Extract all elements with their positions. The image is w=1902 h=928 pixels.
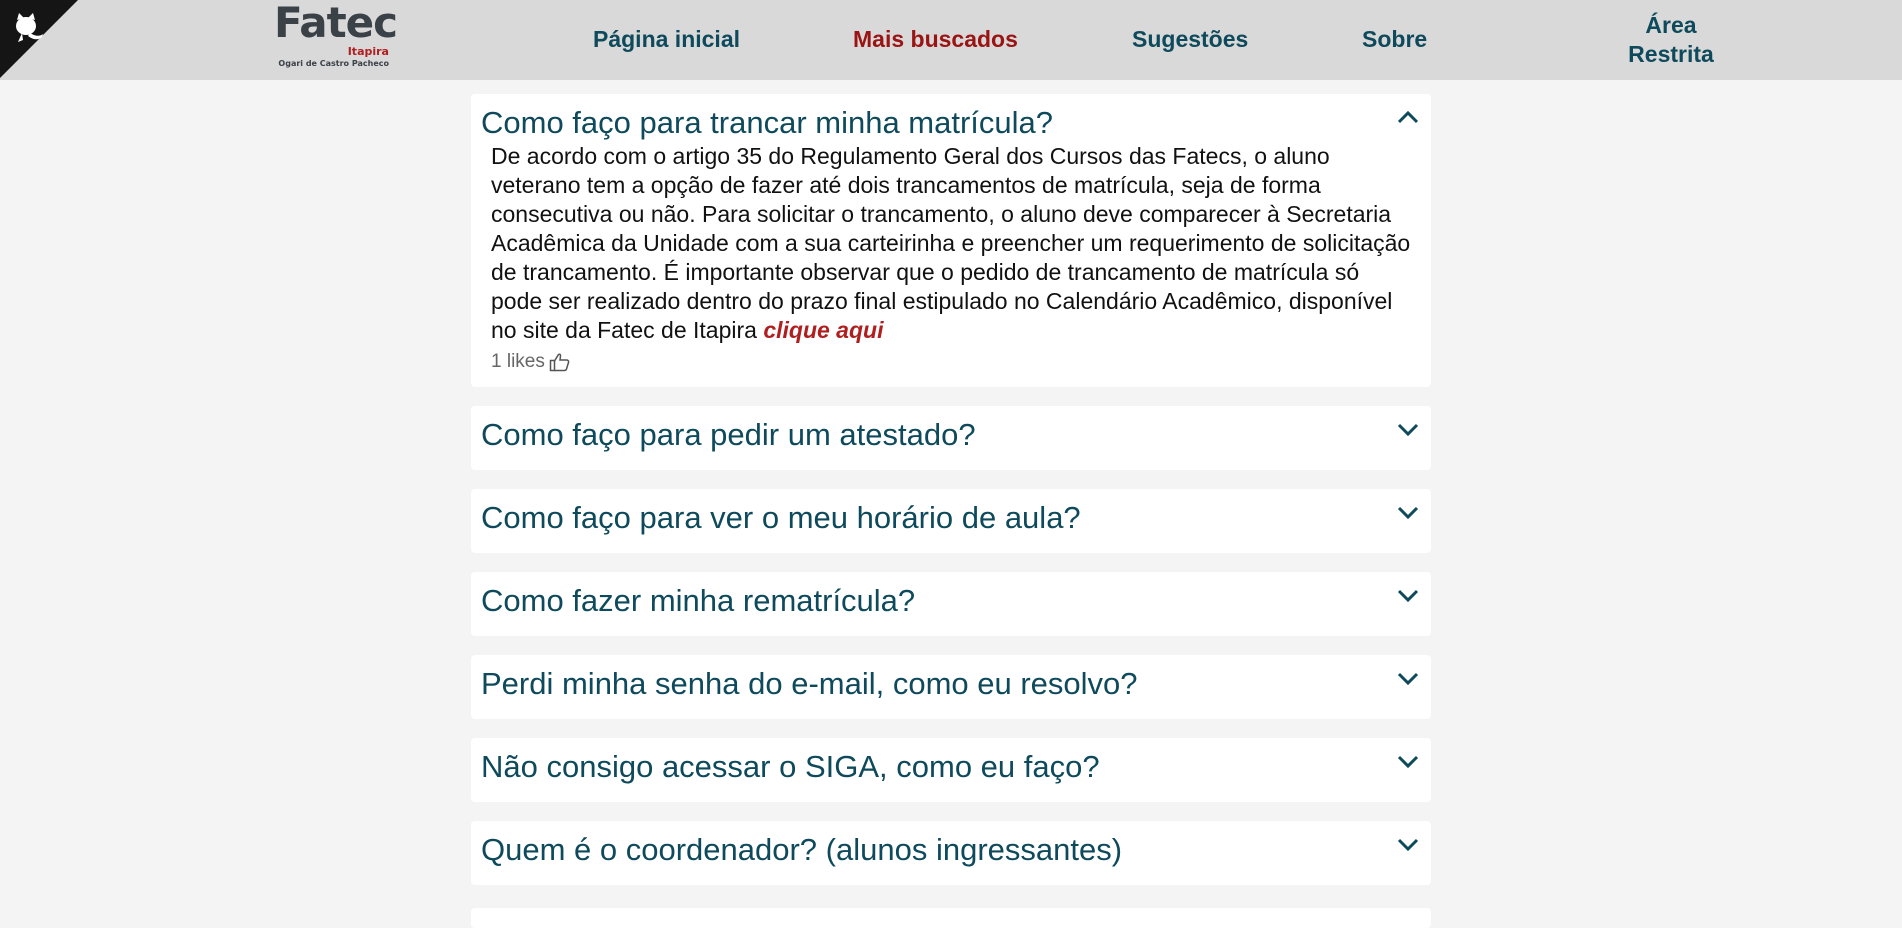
faq-question: Como faço para ver o meu horário de aula… <box>481 500 1081 535</box>
top-header: Fatec Itapira Ogari de Castro Pacheco Pá… <box>0 0 1902 80</box>
faq-answer-link[interactable]: clique aqui <box>763 317 883 343</box>
faq-item: Como faço para ver o meu horário de aula… <box>471 489 1431 553</box>
likes-row: 1 likes <box>491 347 1411 377</box>
chevron-down-icon[interactable] <box>1395 667 1421 689</box>
faq-question: Perdi minha senha do e-mail, como eu res… <box>481 666 1138 701</box>
faq-question: Não consigo acessar o SIGA, como eu faço… <box>481 749 1100 784</box>
faq-question-toggle[interactable]: Como fazer minha rematrícula? <box>471 572 1431 636</box>
chevron-down-icon[interactable] <box>1395 833 1421 855</box>
faq-answer: De acordo com o artigo 35 do Regulamento… <box>471 142 1431 387</box>
faq-item: Quem é o coordenador? (alunos ingressant… <box>471 821 1431 885</box>
faq-question-toggle[interactable]: Como faço para ver o meu horário de aula… <box>471 489 1431 553</box>
faq-item: Como faço para pedir um atestado? <box>471 406 1431 470</box>
thumbs-up-icon[interactable] <box>549 352 571 372</box>
nav-restricted-area[interactable]: Área Restrita <box>1616 11 1726 69</box>
faq-question-toggle[interactable]: Não consigo acessar o SIGA, como eu faço… <box>471 738 1431 802</box>
github-corner-icon[interactable] <box>0 0 78 78</box>
nav-popular[interactable]: Mais buscados <box>853 26 1018 53</box>
chevron-down-icon[interactable] <box>1395 750 1421 772</box>
chevron-down-icon[interactable] <box>1395 584 1421 606</box>
nav-restricted-line2: Restrita <box>1628 41 1714 67</box>
faq-question-toggle[interactable]: Quem é o coordenador? (alunos ingressant… <box>471 821 1431 885</box>
logo-name: Fatec <box>274 0 398 47</box>
logo-city: Itapira <box>347 45 389 58</box>
faq-question-toggle[interactable]: Perdi minha senha do e-mail, como eu res… <box>471 655 1431 719</box>
nav-restricted-line1: Área <box>1645 12 1697 38</box>
faq-question: Como fazer minha rematrícula? <box>481 583 916 618</box>
faq-answer-text: De acordo com o artigo 35 do Regulamento… <box>491 143 1411 343</box>
faq-item: Como fazer minha rematrícula? <box>471 572 1431 636</box>
likes-count: 1 likes <box>491 351 545 372</box>
faq-item: Perdi minha senha do e-mail, como eu res… <box>471 655 1431 719</box>
faq-question-toggle[interactable]: Como faço para pedir um atestado? <box>471 406 1431 470</box>
logo-tagline: Ogari de Castro Pacheco <box>278 59 389 68</box>
faq-item: Não consigo acessar o SIGA, como eu faço… <box>471 738 1431 802</box>
faq-question: Como faço para trancar minha matrícula? <box>481 105 1054 140</box>
chevron-down-icon[interactable] <box>1395 501 1421 523</box>
faq-list: Como faço para trancar minha matrícula? … <box>471 94 1431 904</box>
faq-item: Como faço para trancar minha matrícula? … <box>471 94 1431 387</box>
nav-home[interactable]: Página inicial <box>593 26 740 53</box>
faq-question-toggle[interactable]: Como faço para trancar minha matrícula? <box>471 94 1431 142</box>
faq-question: Quem é o coordenador? (alunos ingressant… <box>481 832 1123 867</box>
fatec-logo[interactable]: Fatec Itapira Ogari de Castro Pacheco <box>274 0 398 74</box>
nav-suggestions[interactable]: Sugestões <box>1132 26 1248 53</box>
faq-item-partial[interactable] <box>471 908 1431 928</box>
nav-about[interactable]: Sobre <box>1362 26 1427 53</box>
chevron-down-icon[interactable] <box>1395 418 1421 440</box>
chevron-up-icon[interactable] <box>1395 106 1421 128</box>
faq-question: Como faço para pedir um atestado? <box>481 417 976 452</box>
